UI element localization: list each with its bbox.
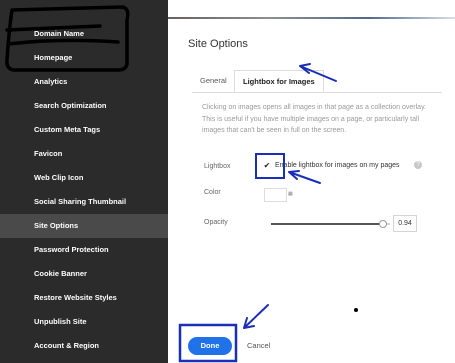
opacity-label: Opacity: [204, 219, 228, 226]
arrow-to-done-button: [243, 304, 269, 329]
header-divider: [168, 17, 455, 19]
settings-sidebar: Domain Name Homepage Analytics Search Op…: [0, 0, 168, 363]
info-icon[interactable]: ?: [414, 161, 422, 169]
sidebar-item-search-optimization[interactable]: Search Optimization: [0, 94, 168, 118]
sidebar-item-homepage[interactable]: Homepage: [0, 46, 168, 70]
tab-lightbox-for-images[interactable]: Lightbox for Images: [234, 70, 324, 92]
cancel-button[interactable]: Cancel: [247, 337, 270, 355]
tab-bar: General Lightbox for Images: [192, 66, 442, 93]
sidebar-item-social-sharing-thumbnail[interactable]: Social Sharing Thumbnail: [0, 190, 168, 214]
sidebar-item-custom-meta-tags[interactable]: Custom Meta Tags: [0, 118, 168, 142]
sidebar-item-restore-website-styles[interactable]: Restore Website Styles: [0, 286, 168, 310]
sidebar-item-favicon[interactable]: Favicon: [0, 142, 168, 166]
color-label: Color: [204, 189, 221, 196]
page-title: Site Options: [188, 38, 248, 50]
tab-general[interactable]: General: [192, 70, 235, 92]
sidebar-item-password-protection[interactable]: Password Protection: [0, 238, 168, 262]
sidebar-item-cookie-banner[interactable]: Cookie Banner: [0, 262, 168, 286]
lightbox-description: Clicking on images opens all images in t…: [202, 104, 426, 134]
sidebar-item-account-region[interactable]: Account & Region: [0, 334, 168, 358]
lightbox-checkbox[interactable]: ✔: [262, 161, 272, 171]
opacity-slider-fill: [271, 223, 383, 225]
opacity-value-input[interactable]: 0.94: [393, 215, 417, 232]
sidebar-item-web-clip-icon[interactable]: Web Clip Icon: [0, 166, 168, 190]
sidebar-item-analytics[interactable]: Analytics: [0, 70, 168, 94]
color-picker-caret-icon[interactable]: ▦: [288, 191, 293, 197]
color-picker-swatch[interactable]: [264, 188, 287, 202]
opacity-slider-handle[interactable]: [378, 220, 387, 228]
sidebar-item-unpublish-site[interactable]: Unpublish Site: [0, 310, 168, 334]
arrow-to-lightbox-checkbox: [288, 170, 321, 184]
lightbox-label: Lightbox: [204, 163, 231, 170]
sidebar-item-site-options[interactable]: Site Options: [0, 214, 168, 238]
done-button[interactable]: Done: [188, 337, 232, 355]
lightbox-option-text[interactable]: Enable lightbox for images on my pages: [275, 162, 400, 169]
stray-dot: [354, 308, 358, 312]
opacity-slider[interactable]: [271, 220, 390, 228]
sidebar-item-domain-name[interactable]: Domain Name: [0, 22, 168, 46]
